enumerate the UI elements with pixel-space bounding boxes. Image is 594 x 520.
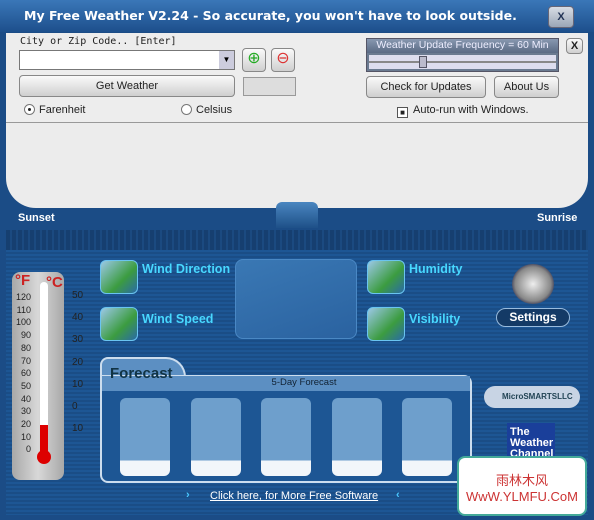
fahrenheit-radio[interactable]: Farenheit xyxy=(24,104,85,116)
thermometer-bulb xyxy=(37,450,51,464)
fahrenheit-tick: 30 xyxy=(20,406,31,417)
status-box xyxy=(243,77,296,96)
close-panel-button[interactable]: X xyxy=(566,38,583,54)
update-frequency-label: Weather Update Frequency = 60 Min xyxy=(367,39,558,53)
window-title: My Free Weather V2.24 - So accurate, you… xyxy=(24,8,517,23)
autorun-label: Auto-run with Windows. xyxy=(413,104,529,116)
fahrenheit-tick: 70 xyxy=(20,355,31,366)
city-input[interactable]: ▼ xyxy=(19,50,235,70)
chevron-right-icon: › xyxy=(186,489,190,501)
wind-direction-icon xyxy=(100,260,138,294)
update-frequency-panel: Weather Update Frequency = 60 Min xyxy=(366,38,559,72)
wind-speed-label: Wind Speed xyxy=(142,312,214,326)
celsius-tick: 0 xyxy=(72,401,78,412)
fahrenheit-tick: 50 xyxy=(20,380,31,391)
divider-band xyxy=(6,230,588,250)
visibility-icon xyxy=(367,307,405,341)
chevron-left-icon: ‹ xyxy=(396,489,400,501)
title-bar: My Free Weather V2.24 - So accurate, you… xyxy=(0,0,594,32)
celsius-tick: 30 xyxy=(72,334,84,346)
celsius-tick: 10 xyxy=(72,423,84,435)
forecast-title: 5-Day Forecast xyxy=(271,377,337,388)
settings-button[interactable]: Settings xyxy=(496,308,570,327)
celsius-tick: 20 xyxy=(72,356,84,368)
update-frequency-slider[interactable] xyxy=(369,55,556,69)
fahrenheit-tick: 110 xyxy=(16,304,31,315)
checkbox-icon: ■ xyxy=(397,107,408,118)
forecast-day xyxy=(261,398,311,476)
close-window-button[interactable]: X xyxy=(548,6,574,28)
current-conditions-display xyxy=(235,259,357,339)
humidity-icon xyxy=(367,260,405,294)
about-us-button[interactable]: About Us xyxy=(494,76,559,98)
add-city-button[interactable]: ⊕ xyxy=(242,48,266,72)
wind-speed-icon xyxy=(100,307,138,341)
celsius-tick: 50 xyxy=(72,290,84,301)
celsius-tick: 10 xyxy=(72,378,84,390)
forecast-day xyxy=(402,398,452,476)
remove-city-button[interactable]: ⊖ xyxy=(271,48,295,72)
check-updates-button[interactable]: Check for Updates xyxy=(366,76,486,98)
autorun-checkbox[interactable]: ■ Auto-run with Windows. xyxy=(397,104,529,118)
minus-icon: ⊖ xyxy=(276,50,290,67)
weather-display-area xyxy=(6,123,588,208)
chevron-down-icon[interactable]: ▼ xyxy=(219,51,234,69)
microsmarts-logo[interactable]: MicroSMARTSLLC xyxy=(484,386,580,408)
fahrenheit-label: Farenheit xyxy=(39,104,86,116)
gear-icon[interactable] xyxy=(512,264,554,304)
forecast-day xyxy=(120,398,170,476)
radio-icon xyxy=(24,104,35,115)
visibility-label: Visibility xyxy=(409,312,461,326)
city-label: City or Zip Code.. [Enter] xyxy=(20,36,177,47)
celsius-unit: °C xyxy=(46,274,63,291)
forecast-day xyxy=(191,398,241,476)
get-weather-button[interactable]: Get Weather xyxy=(19,75,235,97)
celsius-radio[interactable]: Celsius xyxy=(181,104,232,116)
celsius-label: Celsius xyxy=(196,104,233,116)
toggle-tab[interactable] xyxy=(276,202,318,228)
celsius-tick: 40 xyxy=(72,312,84,324)
fahrenheit-tick: 60 xyxy=(20,368,31,379)
fahrenheit-tick: 10 xyxy=(20,431,31,442)
more-software-link[interactable]: Click here, for More Free Software xyxy=(210,490,378,502)
fahrenheit-tick: 90 xyxy=(20,330,31,341)
forecast-tab[interactable]: Forecast xyxy=(110,365,173,382)
slider-handle[interactable] xyxy=(419,56,427,68)
wind-direction-label: Wind Direction xyxy=(142,262,231,276)
fahrenheit-tick: 40 xyxy=(20,393,31,404)
fahrenheit-tick: 120 xyxy=(15,292,31,302)
humidity-label: Humidity xyxy=(409,262,463,276)
forecast-day xyxy=(332,398,382,476)
sunset-label: Sunset xyxy=(18,212,55,224)
sunrise-label: Sunrise xyxy=(537,212,578,224)
fahrenheit-tick: 100 xyxy=(15,317,31,328)
fahrenheit-tick: 0 xyxy=(25,444,31,455)
fahrenheit-unit: °F xyxy=(15,272,31,289)
fahrenheit-tick: 20 xyxy=(20,419,31,429)
watermark-logo: 雨林木风 WwW.YLMFU.CoM xyxy=(457,456,587,516)
fahrenheit-tick: 80 xyxy=(20,342,31,353)
plus-icon: ⊕ xyxy=(247,50,261,67)
radio-icon xyxy=(181,104,192,115)
